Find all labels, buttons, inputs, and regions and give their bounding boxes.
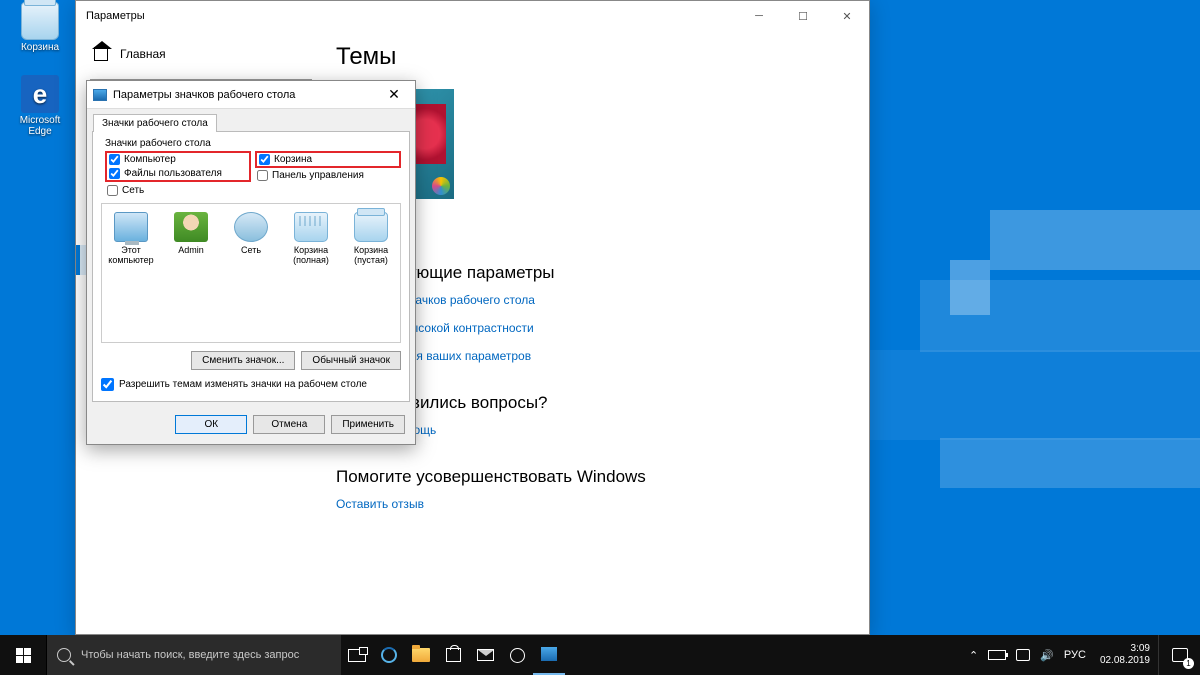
close-button[interactable]: ✕: [825, 1, 869, 31]
desktop-icon-label: Microsoft Edge: [10, 115, 70, 137]
icon-preview-list: Этот компьютер Admin Сеть Корзина (полна…: [101, 203, 401, 343]
checkbox-control-panel[interactable]: Панель управления: [255, 169, 401, 182]
windows-icon: [16, 648, 31, 663]
checkbox-allow-themes[interactable]: Разрешить темам изменять значки на рабоч…: [101, 378, 401, 391]
taskbar: Чтобы начать поиск, введите здесь запрос…: [0, 635, 1200, 675]
user-icon: [174, 212, 208, 242]
mail-icon: [477, 649, 494, 661]
minimize-button[interactable]: ─: [737, 1, 781, 31]
search-placeholder: Чтобы начать поиск, введите здесь запрос: [81, 649, 299, 661]
home-icon: [94, 47, 108, 61]
link-feedback[interactable]: Оставить отзыв: [336, 497, 849, 511]
search-icon: [57, 648, 71, 662]
desktop-icon-edge[interactable]: e Microsoft Edge: [10, 75, 70, 137]
sidebar-home-label: Главная: [120, 47, 166, 61]
clock-time: 3:09: [1100, 643, 1150, 655]
display-settings-icon: [541, 647, 557, 661]
folder-icon: [412, 648, 430, 662]
sidebar-home[interactable]: Главная: [76, 41, 326, 67]
taskbar-settings[interactable]: [501, 635, 533, 675]
recycle-bin-full-icon: [294, 212, 328, 242]
taskbar-edge[interactable]: [373, 635, 405, 675]
tab-desktop-icons[interactable]: Значки рабочего стола: [93, 114, 217, 132]
tray-volume-icon[interactable]: 🔊: [1040, 649, 1054, 662]
task-view-icon: [348, 649, 366, 662]
checkbox-recycle-bin[interactable]: Корзина: [255, 151, 401, 168]
icon-network[interactable]: Сеть: [224, 212, 278, 255]
taskbar-explorer[interactable]: [405, 635, 437, 675]
recycle-bin-empty-icon: [354, 212, 388, 242]
computer-icon: [114, 212, 148, 242]
dialog-titlebar[interactable]: Параметры значков рабочего стола ✕: [87, 81, 415, 109]
taskbar-clock[interactable]: 3:09 02.08.2019: [1092, 643, 1158, 667]
window-title: Параметры: [86, 10, 145, 22]
taskbar-mail[interactable]: [469, 635, 501, 675]
action-center-button[interactable]: 1: [1158, 635, 1200, 675]
tray-language[interactable]: РУС: [1064, 649, 1086, 661]
icon-this-pc[interactable]: Этот компьютер: [104, 212, 158, 265]
maximize-button[interactable]: ☐: [781, 1, 825, 31]
cancel-button[interactable]: Отмена: [253, 415, 325, 434]
desktop-icon-recycle-bin[interactable]: Корзина: [10, 2, 70, 53]
store-icon: [446, 648, 461, 662]
display-icon: [93, 89, 107, 101]
tray-chevron-up-icon[interactable]: ⌃: [969, 649, 978, 662]
ok-button[interactable]: ОК: [175, 415, 247, 434]
window-titlebar[interactable]: Параметры ─ ☐ ✕: [76, 1, 869, 31]
icon-bin-empty[interactable]: Корзина (пустая): [344, 212, 398, 265]
restore-default-button[interactable]: Обычный значок: [301, 351, 401, 370]
start-button[interactable]: [0, 635, 46, 675]
taskbar-search[interactable]: Чтобы начать поиск, введите здесь запрос: [46, 635, 341, 675]
improve-heading: Помогите усовершенствовать Windows: [336, 467, 849, 487]
checkbox-computer[interactable]: Компьютер: [107, 153, 249, 166]
tray-network-icon[interactable]: [1016, 649, 1030, 661]
gear-icon: [510, 648, 525, 663]
icon-bin-full[interactable]: Корзина (полная): [284, 212, 338, 265]
system-tray: ⌃ 🔊 РУС: [963, 649, 1092, 662]
taskbar-store[interactable]: [437, 635, 469, 675]
icon-user[interactable]: Admin: [164, 212, 218, 255]
page-title: Темы: [336, 43, 849, 71]
group-label: Значки рабочего стола: [105, 138, 401, 149]
tray-battery-icon[interactable]: [988, 650, 1006, 660]
checkbox-network[interactable]: Сеть: [105, 184, 401, 197]
change-icon-button[interactable]: Сменить значок...: [191, 351, 295, 370]
apply-button[interactable]: Применить: [331, 415, 405, 434]
desktop-icon-label: Корзина: [10, 42, 70, 53]
dialog-title: Параметры значков рабочего стола: [113, 89, 295, 101]
edge-icon: e: [21, 75, 59, 113]
checkbox-user-files[interactable]: Файлы пользователя: [107, 167, 249, 180]
dialog-close-button[interactable]: ✕: [379, 86, 409, 103]
clock-date: 02.08.2019: [1100, 655, 1150, 667]
edge-icon: [381, 647, 397, 663]
recycle-bin-icon: [21, 2, 59, 40]
notification-badge: 1: [1183, 658, 1194, 669]
desktop-icon-settings-dialog: Параметры значков рабочего стола ✕ Значк…: [86, 80, 416, 445]
task-view-button[interactable]: [341, 635, 373, 675]
taskbar-app-active[interactable]: [533, 635, 565, 675]
network-icon: [234, 212, 268, 242]
